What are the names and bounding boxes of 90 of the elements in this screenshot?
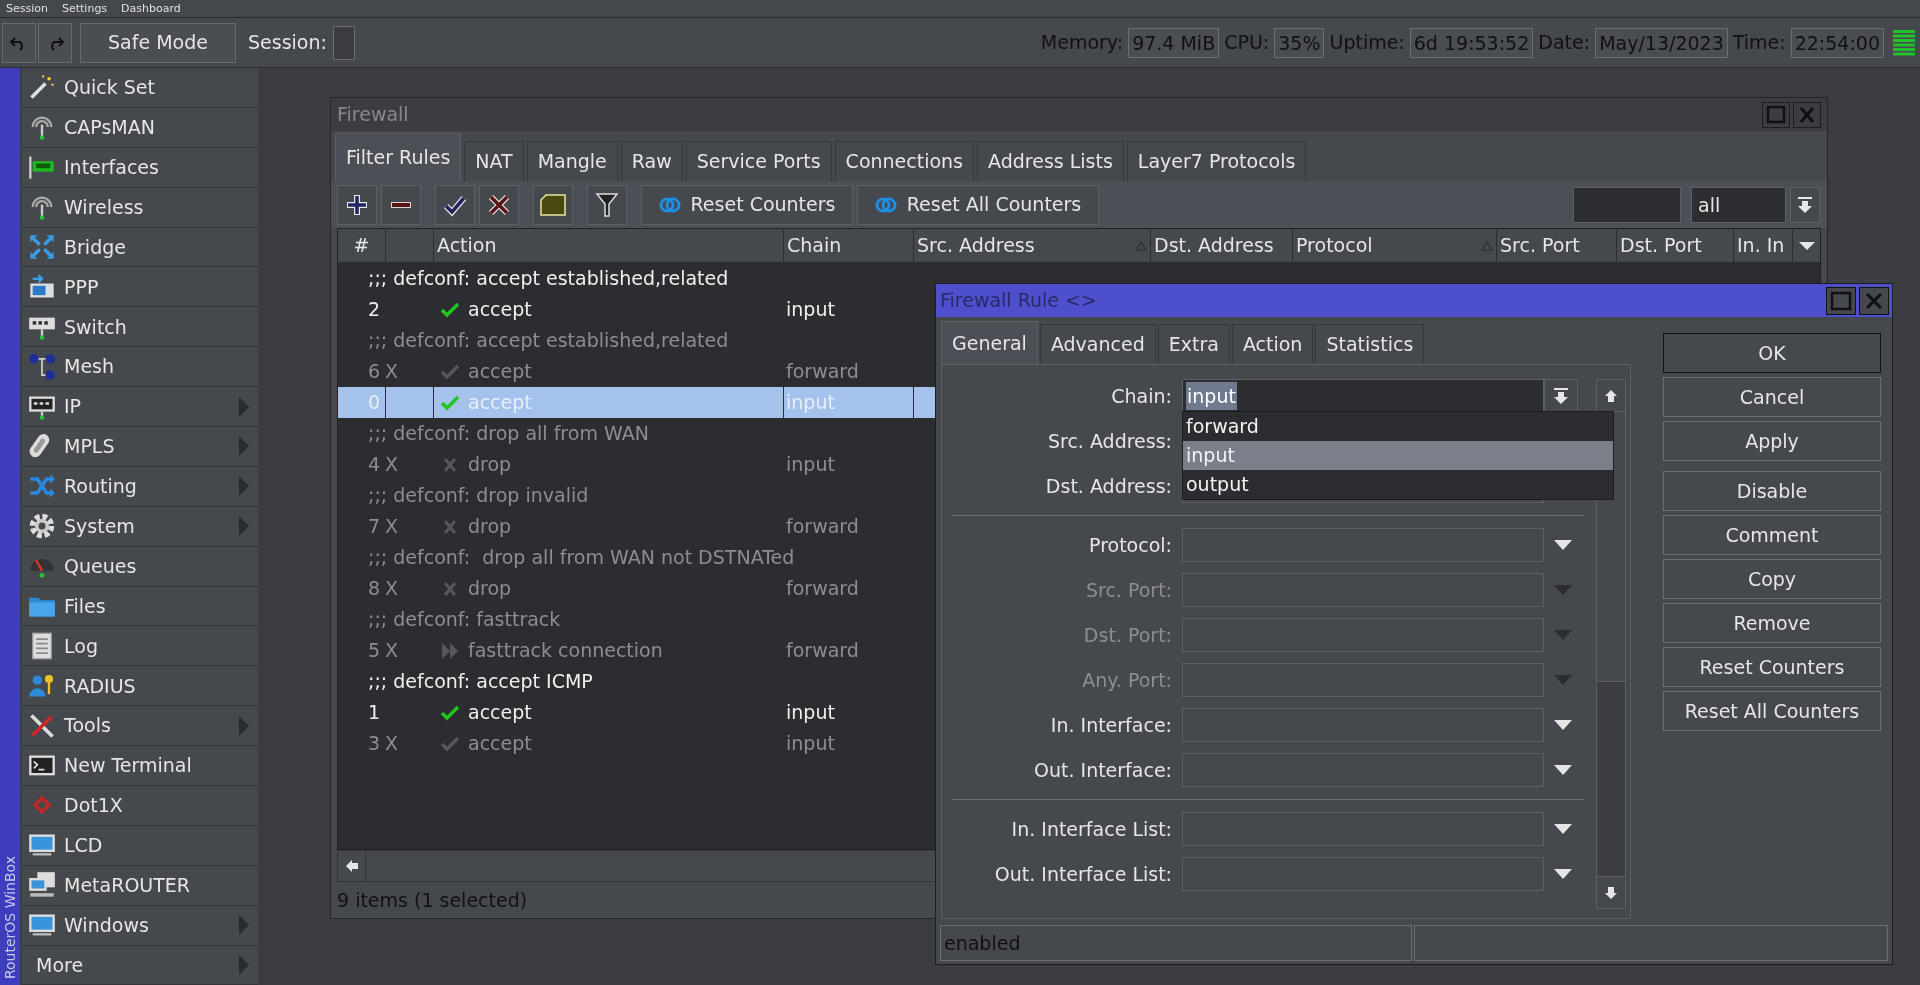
rule-number: 2 [368, 297, 381, 323]
status-text: enabled [944, 930, 1021, 956]
chain-cell-text: input [786, 297, 835, 323]
field-label: Any. Port: [1081, 667, 1173, 693]
rule-number: 8 [368, 576, 381, 602]
rule-number: 0 [368, 390, 381, 416]
sidebar-label: Queues [64, 553, 137, 579]
disabled-flag-label: X [385, 514, 399, 540]
chain-cell-text: forward [786, 576, 859, 602]
disabled-flag-label: X [385, 731, 399, 757]
sidebar-label: Interfaces [64, 154, 159, 180]
disabled-flag-label: X [385, 638, 399, 664]
sidebar-label: New Terminal [64, 753, 192, 779]
sidebar-label: CAPsMAN [64, 115, 155, 141]
comment-text: ;;; defconf: accept established,related [368, 266, 729, 292]
chain-cell-text: forward [786, 514, 859, 540]
field-label: Dst. Address: [1044, 473, 1173, 499]
comment-text: ;;; defconf: drop invalid [368, 483, 589, 509]
sidebar-label: Windows [64, 912, 149, 938]
action-cell-text: accept [468, 359, 532, 385]
field-label: In. Interface List: [1010, 816, 1173, 842]
stat-value: 6d 19:53:52 [1409, 27, 1534, 58]
field-label: Chain: [1110, 383, 1173, 409]
rule-number: 3 [368, 731, 381, 757]
sidebar-label: More [36, 952, 84, 978]
field-label: Src. Port: [1084, 577, 1173, 603]
sidebar-label: MPLS [64, 434, 115, 460]
stat-label: Uptime: [1329, 30, 1405, 56]
action-cell-text: accept [468, 390, 532, 416]
disabled-flag-label: X [385, 452, 399, 478]
stat-label: Date: [1538, 30, 1591, 56]
stat-label: CPU: [1224, 30, 1270, 56]
sidebar-label: Mesh [64, 354, 115, 380]
chain-cell-text: forward [786, 638, 859, 664]
sidebar-label: Routing [64, 474, 137, 500]
sidebar-label: Quick Set [64, 75, 155, 101]
action-cell-text: accept [468, 297, 532, 323]
stat-value: 97.4 MiB [1128, 27, 1220, 58]
sidebar-label: Dot1X [64, 793, 123, 819]
chain-cell-text: forward [786, 359, 859, 385]
stat-value: 22:54:00 [1790, 27, 1884, 58]
field-label: Out. Interface List: [993, 861, 1173, 887]
comment-text: ;;; defconf: fasttrack [368, 607, 561, 633]
disabled-flag-label: X [385, 576, 399, 602]
action-cell-text: fasttrack connection [468, 638, 663, 664]
field-label: Dst. Port: [1082, 622, 1173, 648]
window-title: Firewall [337, 102, 409, 128]
field-label: Out. Interface: [1033, 757, 1173, 783]
field-label: Protocol: [1088, 532, 1173, 558]
action-cell-text: drop [468, 452, 512, 478]
comment-text: ;;; defconf: drop all from WAN not DSTNATed [368, 545, 795, 571]
chain-cell-text: input [786, 731, 835, 757]
sidebar-label: System [64, 514, 135, 539]
field-label: Src. Address: [1046, 428, 1173, 454]
sidebar-label: PPP [64, 274, 99, 300]
disabled-flag-label: X [385, 359, 399, 385]
comment-text: ;;; defconf: accept established,related [368, 328, 729, 354]
brand-label: RouterOS WinBox [0, 855, 19, 979]
sidebar-label: Wireless [64, 194, 144, 220]
rule-number: 1 [368, 700, 381, 726]
stat-label: Time: [1732, 30, 1786, 56]
sidebar-label: RADIUS [64, 673, 136, 699]
action-cell-text: drop [468, 514, 512, 540]
status-text: 9 items (1 selected) [337, 887, 528, 913]
action-cell-text: accept [468, 731, 532, 757]
chain-cell-text: input [786, 390, 835, 416]
stat-label: Memory: [1040, 30, 1124, 56]
rule-number: 5 [368, 638, 381, 664]
sidebar-label: IP [64, 394, 82, 420]
sidebar-label: LCD [64, 833, 103, 859]
comment-text: ;;; defconf: drop all from WAN [368, 421, 649, 447]
sidebar-label: MetaROUTER [64, 873, 191, 898]
field-label: In. Interface: [1049, 712, 1173, 738]
sidebar-label: Bridge [64, 234, 126, 260]
action-cell-text: drop [468, 576, 512, 602]
chain-cell-text: input [786, 452, 835, 478]
stat-value: May/13/2023 [1595, 27, 1728, 58]
action-cell-text: accept [468, 700, 532, 726]
sidebar-label: Log [64, 633, 98, 659]
session-label: Session: [248, 30, 327, 56]
rule-number: 7 [368, 514, 381, 540]
sidebar-label: Switch [64, 314, 127, 340]
chain-cell-text: input [786, 700, 835, 726]
rule-number: 6 [368, 359, 381, 385]
dialog-title: Firewall Rule <> [940, 288, 1097, 314]
sidebar-label: Files [64, 593, 106, 619]
rule-number: 4 [368, 452, 381, 478]
stat-value: 35% [1274, 27, 1325, 58]
comment-text: ;;; defconf: accept ICMP [368, 669, 593, 695]
sidebar-label: Tools [64, 713, 111, 739]
